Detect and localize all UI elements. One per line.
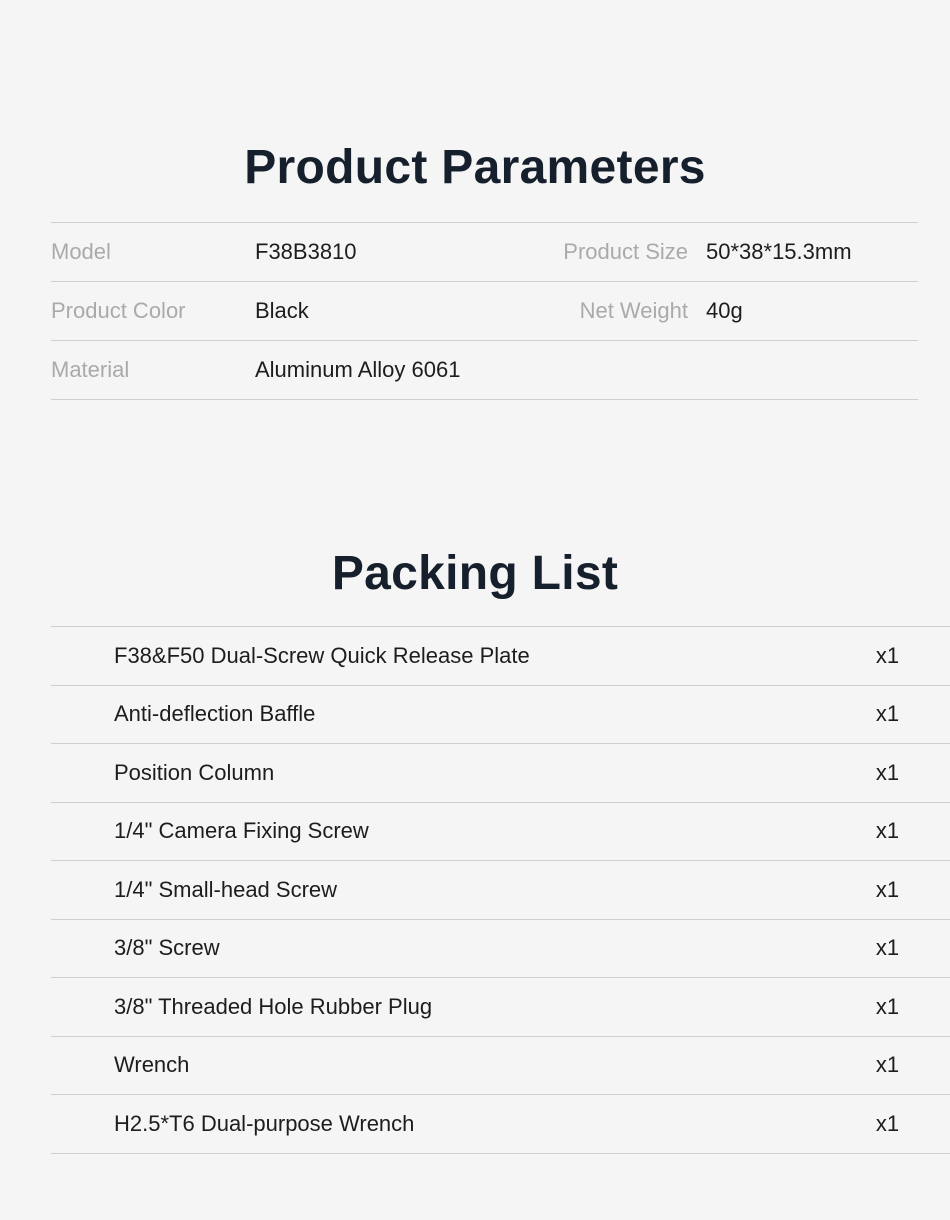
table-row: H2.5*T6 Dual-purpose Wrench x1 [51, 1094, 950, 1154]
packing-item-qty: x1 [814, 977, 950, 1037]
packing-item-name: Position Column [51, 743, 814, 803]
param-label-material: Material [51, 340, 255, 400]
param-label-model: Model [51, 222, 255, 282]
table-row: Product Color Black Net Weight 40g [51, 281, 918, 341]
table-row: Material Aluminum Alloy 6061 [51, 340, 918, 400]
table-row: Wrench x1 [51, 1035, 950, 1095]
packing-item-name: 1/4" Small-head Screw [51, 860, 814, 920]
product-parameters-title: Product Parameters [244, 141, 706, 195]
product-detail-page: Product Parameters Model F38B3810 Produc… [0, 0, 950, 1220]
packing-item-name: H2.5*T6 Dual-purpose Wrench [51, 1094, 814, 1154]
packing-item-qty: x1 [814, 1094, 950, 1154]
packing-item-name: 3/8" Threaded Hole Rubber Plug [51, 977, 814, 1037]
table-row: F38&F50 Dual-Screw Quick Release Plate x… [51, 626, 950, 686]
packing-item-name: Anti-deflection Baffle [51, 684, 814, 744]
packing-list-table: F38&F50 Dual-Screw Quick Release Plate x… [51, 626, 950, 1154]
table-row: Model F38B3810 Product Size 50*38*15.3mm [51, 222, 918, 282]
param-label-product-color: Product Color [51, 281, 255, 341]
param-value-model: F38B3810 [255, 222, 503, 282]
packing-item-qty: x1 [814, 626, 950, 686]
table-row: 3/8" Threaded Hole Rubber Plug x1 [51, 977, 950, 1037]
param-value-product-size: 50*38*15.3mm [706, 222, 918, 282]
product-parameters-table: Model F38B3810 Product Size 50*38*15.3mm… [51, 222, 918, 400]
packing-item-qty: x1 [814, 860, 950, 920]
packing-item-name: 1/4" Camera Fixing Screw [51, 801, 814, 861]
packing-item-qty: x1 [814, 743, 950, 803]
table-row: 1/4" Camera Fixing Screw x1 [51, 801, 950, 861]
param-label-net-weight: Net Weight [503, 281, 706, 341]
table-row: 3/8" Screw x1 [51, 918, 950, 978]
packing-list-title: Packing List [331, 547, 619, 601]
packing-item-qty: x1 [814, 1035, 950, 1095]
packing-item-qty: x1 [814, 684, 950, 744]
table-row: Position Column x1 [51, 743, 950, 803]
param-value-net-weight: 40g [706, 281, 918, 341]
packing-item-qty: x1 [814, 918, 950, 978]
param-value-product-color: Black [255, 281, 503, 341]
param-label-product-size: Product Size [503, 222, 706, 282]
packing-item-name: Wrench [51, 1035, 814, 1095]
packing-item-qty: x1 [814, 801, 950, 861]
param-value-material: Aluminum Alloy 6061 [255, 340, 918, 400]
packing-item-name: 3/8" Screw [51, 918, 814, 978]
table-row: 1/4" Small-head Screw x1 [51, 860, 950, 920]
table-row: Anti-deflection Baffle x1 [51, 684, 950, 744]
packing-item-name: F38&F50 Dual-Screw Quick Release Plate [51, 626, 814, 686]
